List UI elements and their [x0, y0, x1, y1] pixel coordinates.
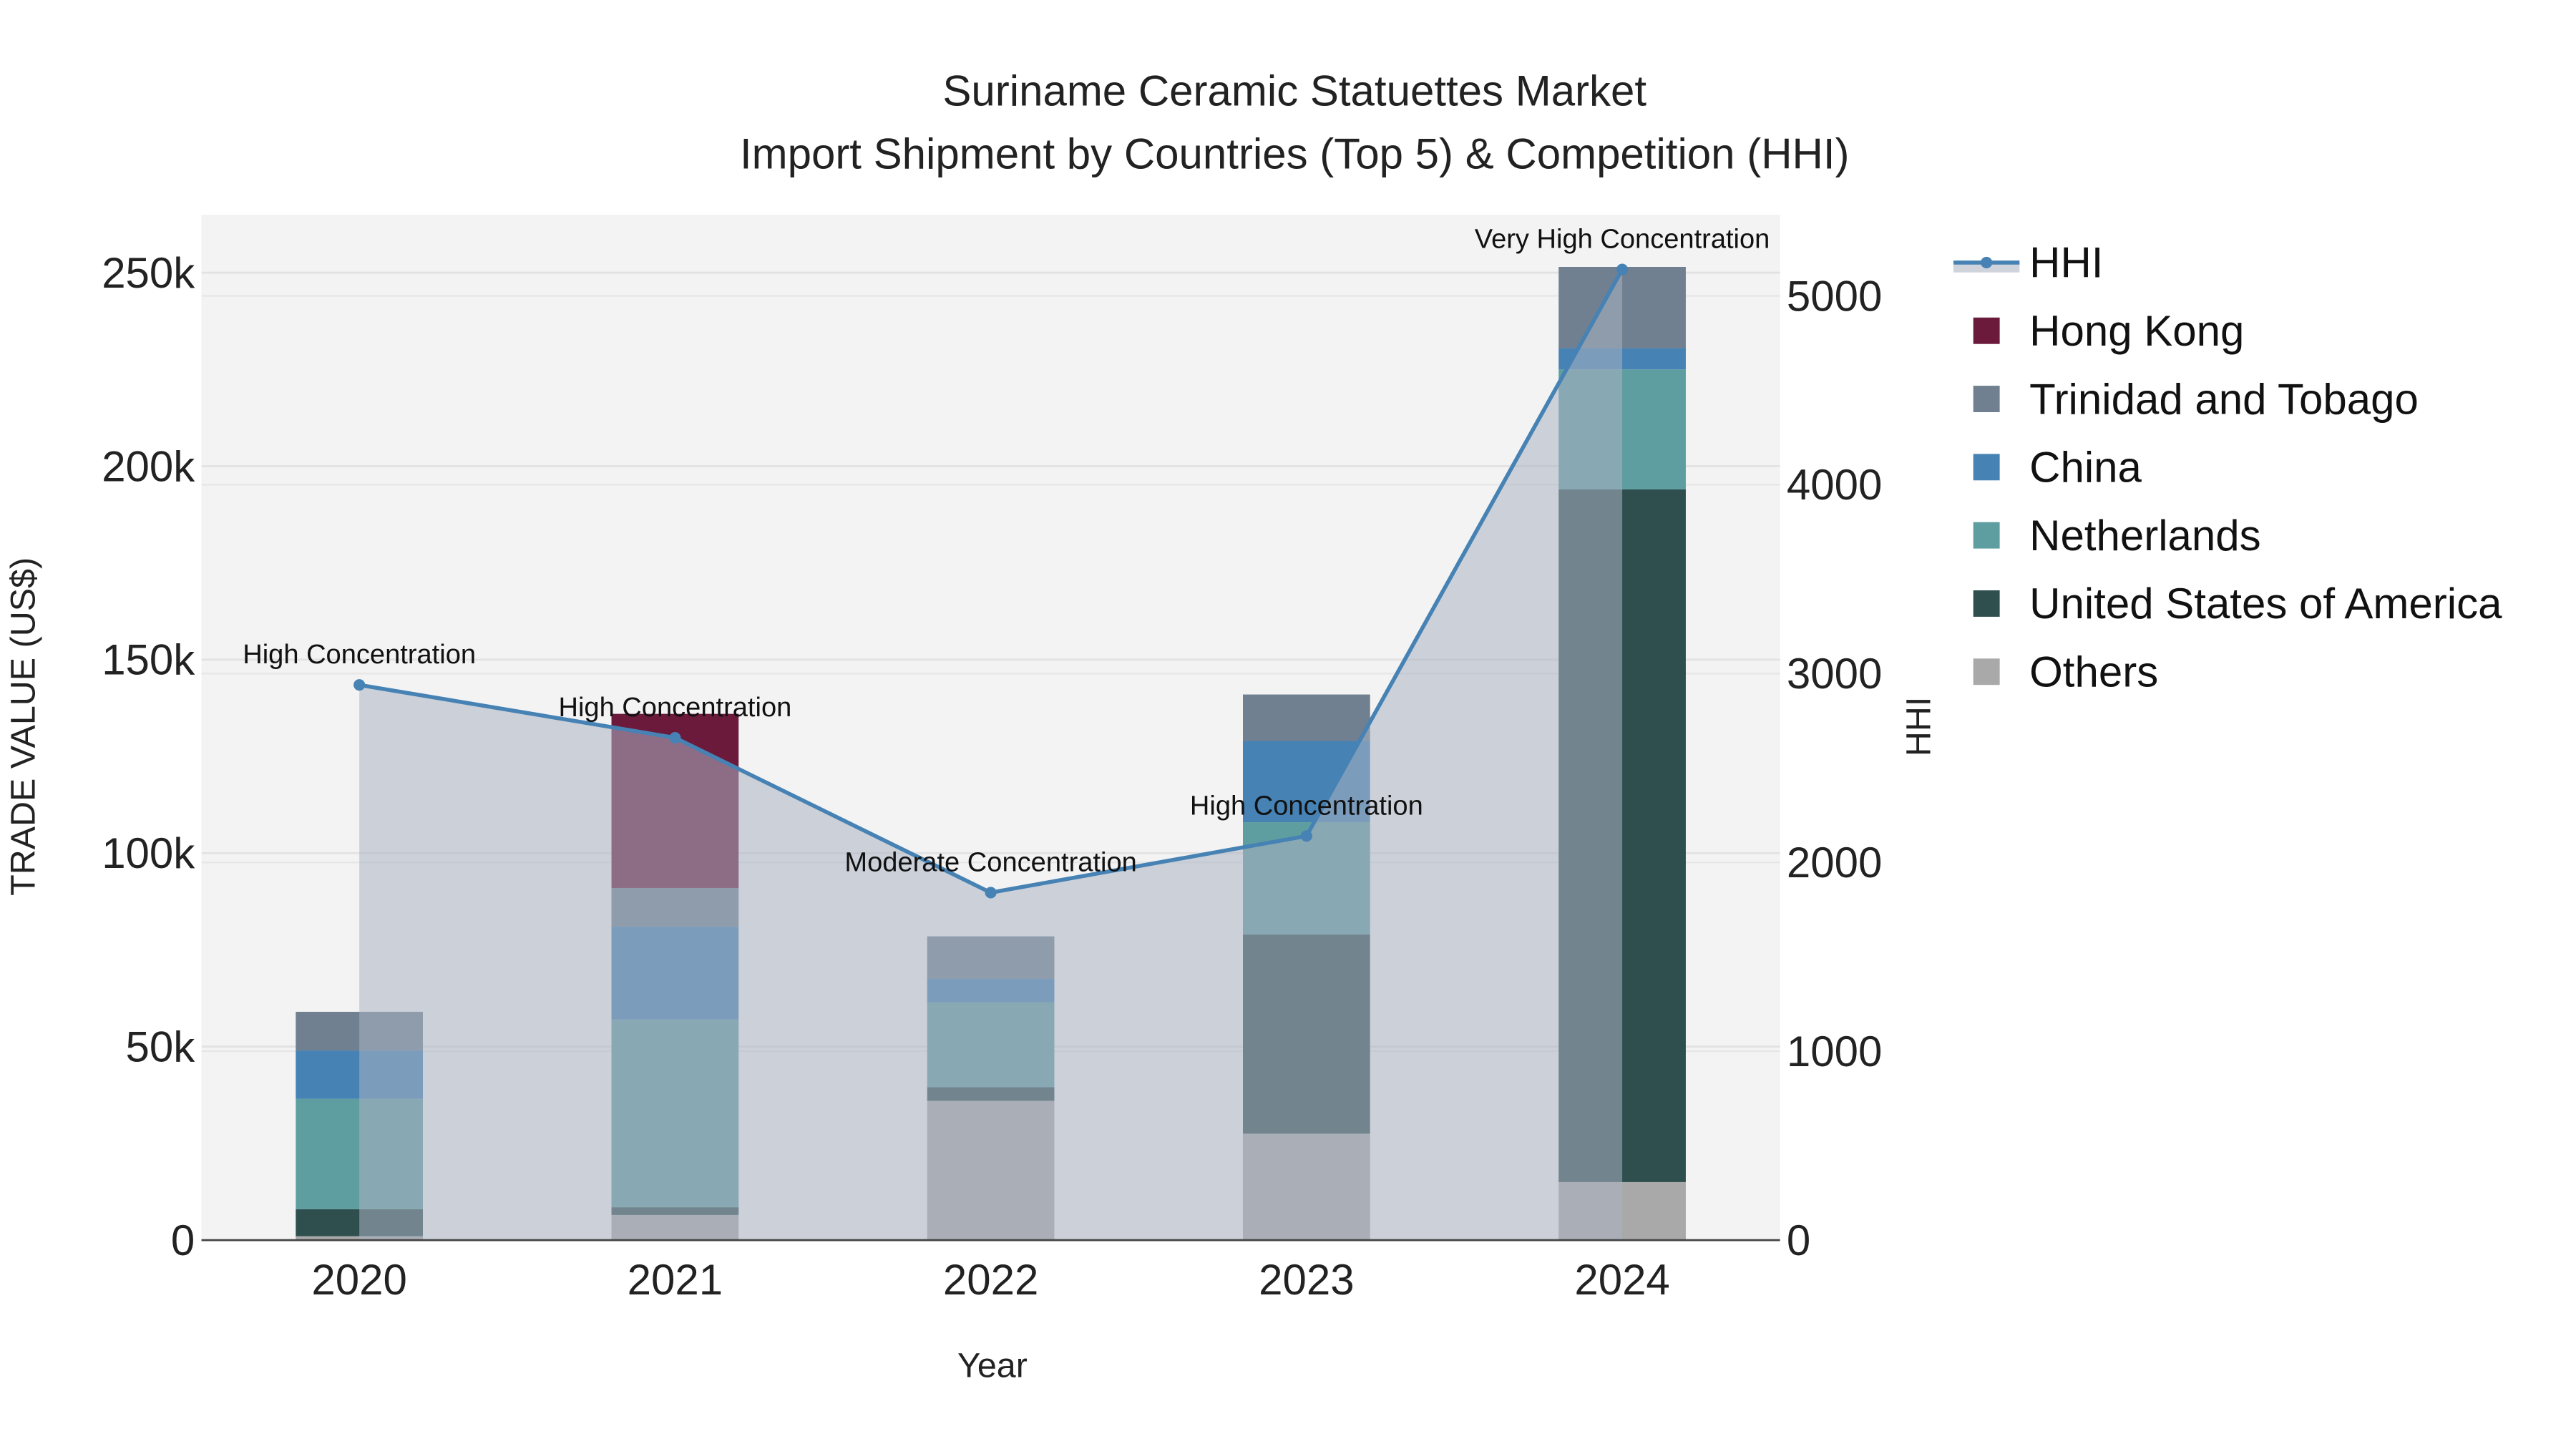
bar-trinidad-and-tobago	[1243, 694, 1370, 741]
legend-item-trinidad-and-tobago: Trinidad and Tobago	[1973, 375, 2419, 423]
y-tick-label: 200k	[102, 442, 195, 490]
hhi-annotation: Very High Concentration	[1475, 225, 1770, 255]
legend-swatch	[1973, 658, 2000, 686]
legend-label: Hong Kong	[2029, 307, 2244, 355]
legend-item-netherlands: Netherlands	[1973, 512, 2261, 560]
y-tick-label: 0	[171, 1216, 195, 1264]
legend-label: Trinidad and Tobago	[2029, 375, 2419, 423]
y2-tick-label: 3000	[1787, 650, 1882, 698]
y2-tick-label: 5000	[1787, 272, 1882, 320]
y-axis-title: TRADE VALUE (US$)	[4, 557, 42, 896]
x-tick-label: 2021	[628, 1256, 723, 1304]
x-tick-label: 2022	[943, 1256, 1038, 1304]
y2-tick-label: 2000	[1787, 839, 1882, 887]
y-tick-label: 50k	[126, 1023, 196, 1070]
chart: High Concentration High Concentration Mode…	[4, 67, 2502, 1385]
x-axis-title: Year	[957, 1347, 1028, 1385]
legend-swatch	[1973, 522, 2000, 549]
hhi-annotation: High Concentration	[558, 693, 791, 723]
legend-label: China	[2029, 444, 2142, 492]
x-tick-label: 2020	[311, 1256, 406, 1304]
legend-item-china: China	[1973, 444, 2142, 492]
y2-tick-label: 1000	[1787, 1028, 1882, 1075]
chart-title: Suriname Ceramic Statuettes Market	[942, 67, 1646, 115]
hhi-annotation: Moderate Concentration	[844, 847, 1136, 877]
legend-item-others: Others	[1973, 648, 2158, 696]
legend-swatch	[1973, 454, 2000, 481]
legend-item-hhi: HHI	[1953, 239, 2103, 287]
y2-axis-title: HHI	[1900, 697, 1938, 756]
hhi-point	[353, 679, 366, 691]
hhi-point	[1616, 263, 1629, 275]
legend-label: Others	[2029, 648, 2158, 696]
chart-subtitle: Import Shipment by Countries (Top 5) & C…	[740, 130, 1850, 177]
legend-swatch	[1973, 590, 2000, 617]
y2-tick-label: 4000	[1787, 461, 1882, 509]
x-tick-label: 2023	[1259, 1256, 1354, 1304]
legend-swatch	[1973, 317, 2000, 344]
y-tick-label: 250k	[102, 249, 195, 297]
hhi-point	[1300, 830, 1312, 842]
hhi-point	[985, 887, 997, 899]
legend-label: United States of America	[2029, 580, 2502, 628]
hhi-point	[669, 731, 681, 744]
y-tick-label: 100k	[102, 829, 195, 877]
y-tick-label: 150k	[102, 636, 195, 684]
legend: HHI Hong Kong Trinidad and Tobago China Neth…	[1953, 239, 2502, 696]
legend-item-united-states-of-america: United States of America	[1973, 580, 2502, 628]
legend-label: Netherlands	[2029, 512, 2261, 560]
y2-tick-label: 0	[1787, 1216, 1810, 1264]
legend-marker	[1981, 256, 1993, 268]
x-tick-label: 2024	[1574, 1256, 1669, 1304]
legend-swatch	[1973, 386, 2000, 412]
legend-item-hong-kong: Hong Kong	[1973, 307, 2244, 355]
hhi-annotation: High Concentration	[243, 640, 476, 670]
hhi-annotation: High Concentration	[1190, 791, 1423, 821]
legend-label: HHI	[2029, 239, 2103, 287]
